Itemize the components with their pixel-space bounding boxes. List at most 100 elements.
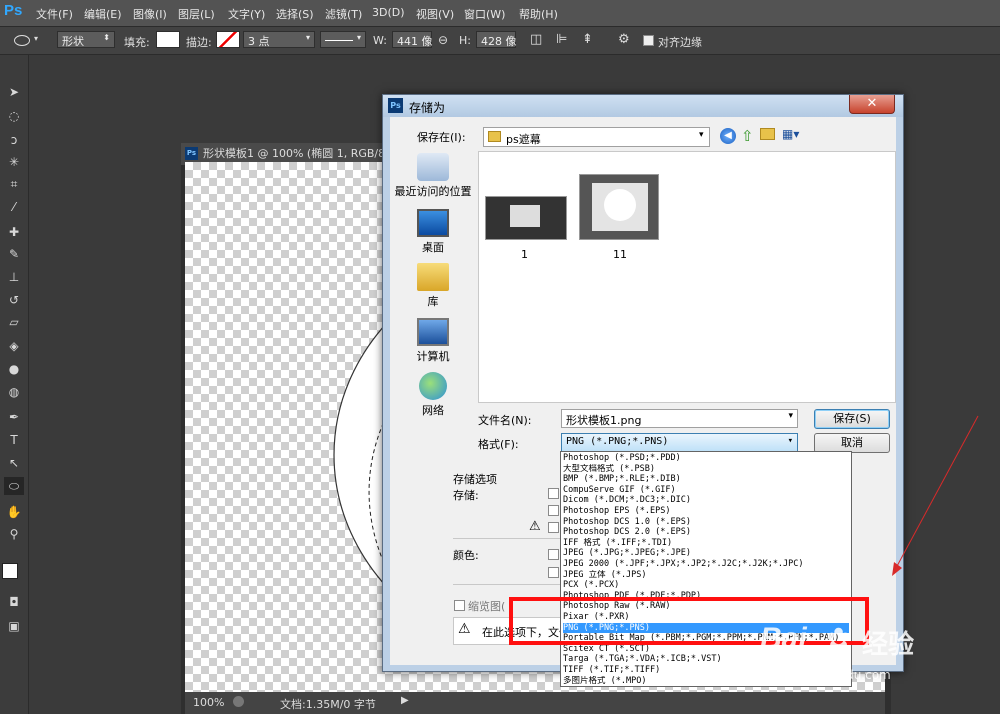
ellipse-tool-icon[interactable]: ⬭ (4, 477, 24, 495)
view-menu-icon[interactable]: ▦▾ (782, 127, 799, 141)
ellipse-tool-icon[interactable] (14, 35, 30, 46)
place-desktop[interactable]: 桌面 (393, 209, 473, 255)
dialog-title: 存储为 (409, 101, 446, 115)
format-option[interactable]: JPEG 立体 (*.JPS) (563, 570, 849, 581)
format-option[interactable]: Photoshop DCS 1.0 (*.EPS) (563, 517, 849, 528)
store-option-checkbox-1[interactable] (548, 488, 559, 499)
menu-item[interactable]: 视图(V) (416, 6, 454, 22)
format-option[interactable]: JPEG (*.JPG;*.JPEG;*.JPE) (563, 548, 849, 559)
file-item[interactable]: 1 (485, 196, 567, 266)
shape-mode-select[interactable]: 形状 ⬍ (57, 31, 115, 48)
menu-item[interactable]: 文件(F) (36, 6, 73, 22)
status-menu-icon[interactable] (233, 696, 244, 707)
menu-item[interactable]: 帮助(H) (519, 6, 558, 22)
file-thumbnail (579, 174, 659, 240)
menu-item[interactable]: 文字(Y) (228, 6, 265, 22)
path-alignment-icon[interactable]: ⊫ (556, 32, 567, 47)
file-list[interactable]: 1 11 (478, 151, 896, 403)
height-field[interactable]: 428 像 (476, 31, 517, 48)
format-option[interactable]: Photoshop (*.PSD;*.PDD) (563, 453, 849, 464)
color-option-checkbox-1[interactable] (548, 549, 559, 560)
save-in-select[interactable]: ps遮幕 ▾ (483, 127, 710, 147)
save-button[interactable]: 保存(S) (814, 409, 890, 429)
file-item[interactable]: 11 (579, 174, 661, 266)
format-option[interactable]: BMP (*.BMP;*.RLE;*.DIB) (563, 474, 849, 485)
format-option[interactable]: IFF 格式 (*.IFF;*.TDI) (563, 538, 849, 549)
healing-brush-tool-icon[interactable]: ✚ (4, 223, 24, 241)
marquee-tool-icon[interactable]: ◌ (4, 107, 24, 125)
history-brush-tool-icon[interactable]: ↺ (4, 291, 24, 309)
type-tool-icon[interactable]: T (4, 431, 24, 449)
format-option[interactable]: Dicom (*.DCM;*.DC3;*.DIC) (563, 495, 849, 506)
thumbnail-checkbox[interactable] (454, 600, 465, 611)
quick-mask-icon[interactable]: ◘ (4, 593, 24, 611)
path-arrangement-icon[interactable]: ⇞ (582, 32, 593, 47)
place-libraries[interactable]: 库 (393, 263, 473, 309)
chevron-down-icon[interactable]: ▾ (34, 34, 38, 43)
store-option-checkbox-3[interactable] (548, 522, 559, 533)
fill-swatch[interactable] (156, 31, 180, 48)
menu-item[interactable]: 图层(L) (178, 6, 215, 22)
format-option[interactable]: PCX (*.PCX) (563, 580, 849, 591)
width-field[interactable]: 441 像 (392, 31, 433, 48)
stroke-size-value: 3 点 (248, 35, 270, 48)
screen-mode-icon[interactable]: ▣ (4, 617, 24, 635)
menu-item[interactable]: 窗口(W) (464, 6, 505, 22)
place-recent[interactable]: 最近访问的位置 (393, 153, 473, 199)
color-option-checkbox-2[interactable] (548, 567, 559, 578)
hand-tool-icon[interactable]: ✋ (4, 503, 24, 521)
gear-icon[interactable]: ⚙ (618, 32, 630, 47)
link-icon[interactable]: ⊖ (438, 33, 448, 47)
foreground-color-swatch[interactable] (2, 563, 18, 579)
format-option[interactable]: CompuServe GIF (*.GIF) (563, 485, 849, 496)
places-bar: 最近访问的位置 桌面 库 计算机 网络 (393, 153, 473, 443)
format-select[interactable]: PNG (*.PNG;*.PNS) ▾ (561, 433, 798, 452)
path-operations-icon[interactable]: ◫ (530, 32, 542, 47)
place-computer[interactable]: 计算机 (393, 318, 473, 364)
format-option[interactable]: JPEG 2000 (*.JPF;*.JPX;*.JP2;*.J2C;*.J2K… (563, 559, 849, 570)
stroke-size-field[interactable]: 3 点 ▾ (243, 31, 315, 48)
cancel-button[interactable]: 取消 (814, 433, 890, 453)
format-option[interactable]: 大型文档格式 (*.PSB) (563, 464, 849, 475)
eyedropper-tool-icon[interactable]: ⁄ (4, 198, 24, 216)
divider (453, 584, 563, 585)
shape-mode-value: 形状 (62, 35, 84, 48)
stroke-swatch[interactable] (216, 31, 240, 48)
menu-item[interactable]: 3D(D) (372, 6, 405, 19)
format-option[interactable]: Photoshop EPS (*.EPS) (563, 506, 849, 517)
menu-item[interactable]: 图像(I) (133, 6, 167, 22)
dodge-tool-icon[interactable]: ◍ (4, 383, 24, 401)
chevron-down-icon: ▾ (787, 436, 793, 446)
clone-stamp-tool-icon[interactable]: ⊥ (4, 268, 24, 286)
filename-input[interactable]: 形状模板1.png ▾ (561, 409, 798, 428)
status-bar: 100% 文档:1.35M/0 字节 ▶ (185, 692, 885, 714)
computer-icon (417, 318, 449, 346)
menu-item[interactable]: 选择(S) (276, 6, 314, 22)
dialog-titlebar[interactable]: Ps 存储为 ✕ (383, 95, 903, 117)
status-arrow-icon[interactable]: ▶ (401, 695, 409, 706)
align-edges-checkbox[interactable] (643, 35, 654, 46)
format-option[interactable]: Photoshop DCS 2.0 (*.EPS) (563, 527, 849, 538)
move-tool-icon[interactable]: ➤ (4, 83, 24, 101)
zoom-level[interactable]: 100% (193, 696, 224, 709)
brush-tool-icon[interactable]: ✎ (4, 245, 24, 263)
watermark-url: jingyan.baidu.com (780, 668, 891, 682)
zoom-tool-icon[interactable]: ⚲ (4, 525, 24, 543)
eraser-tool-icon[interactable]: ▱ (4, 313, 24, 331)
paint-bucket-tool-icon[interactable]: ◈ (4, 337, 24, 355)
crop-tool-icon[interactable]: ⌗ (4, 175, 24, 193)
menu-item[interactable]: 滤镜(T) (325, 6, 362, 22)
magic-wand-tool-icon[interactable]: ✳ (4, 153, 24, 171)
pen-tool-icon[interactable]: ✒ (4, 408, 24, 426)
store-option-checkbox-2[interactable] (548, 505, 559, 516)
back-icon[interactable]: ◀ (720, 128, 736, 144)
path-selection-tool-icon[interactable]: ↖ (4, 454, 24, 472)
up-folder-icon[interactable]: ⇧ (741, 127, 754, 145)
lasso-tool-icon[interactable]: ↄ (4, 131, 24, 149)
menu-item[interactable]: 编辑(E) (84, 6, 122, 22)
close-icon[interactable]: ✕ (849, 95, 895, 114)
blur-tool-icon[interactable]: ● (4, 360, 24, 378)
new-folder-icon[interactable] (760, 128, 775, 140)
stroke-type-select[interactable]: ▾ (320, 31, 366, 48)
place-network[interactable]: 网络 (393, 372, 473, 418)
